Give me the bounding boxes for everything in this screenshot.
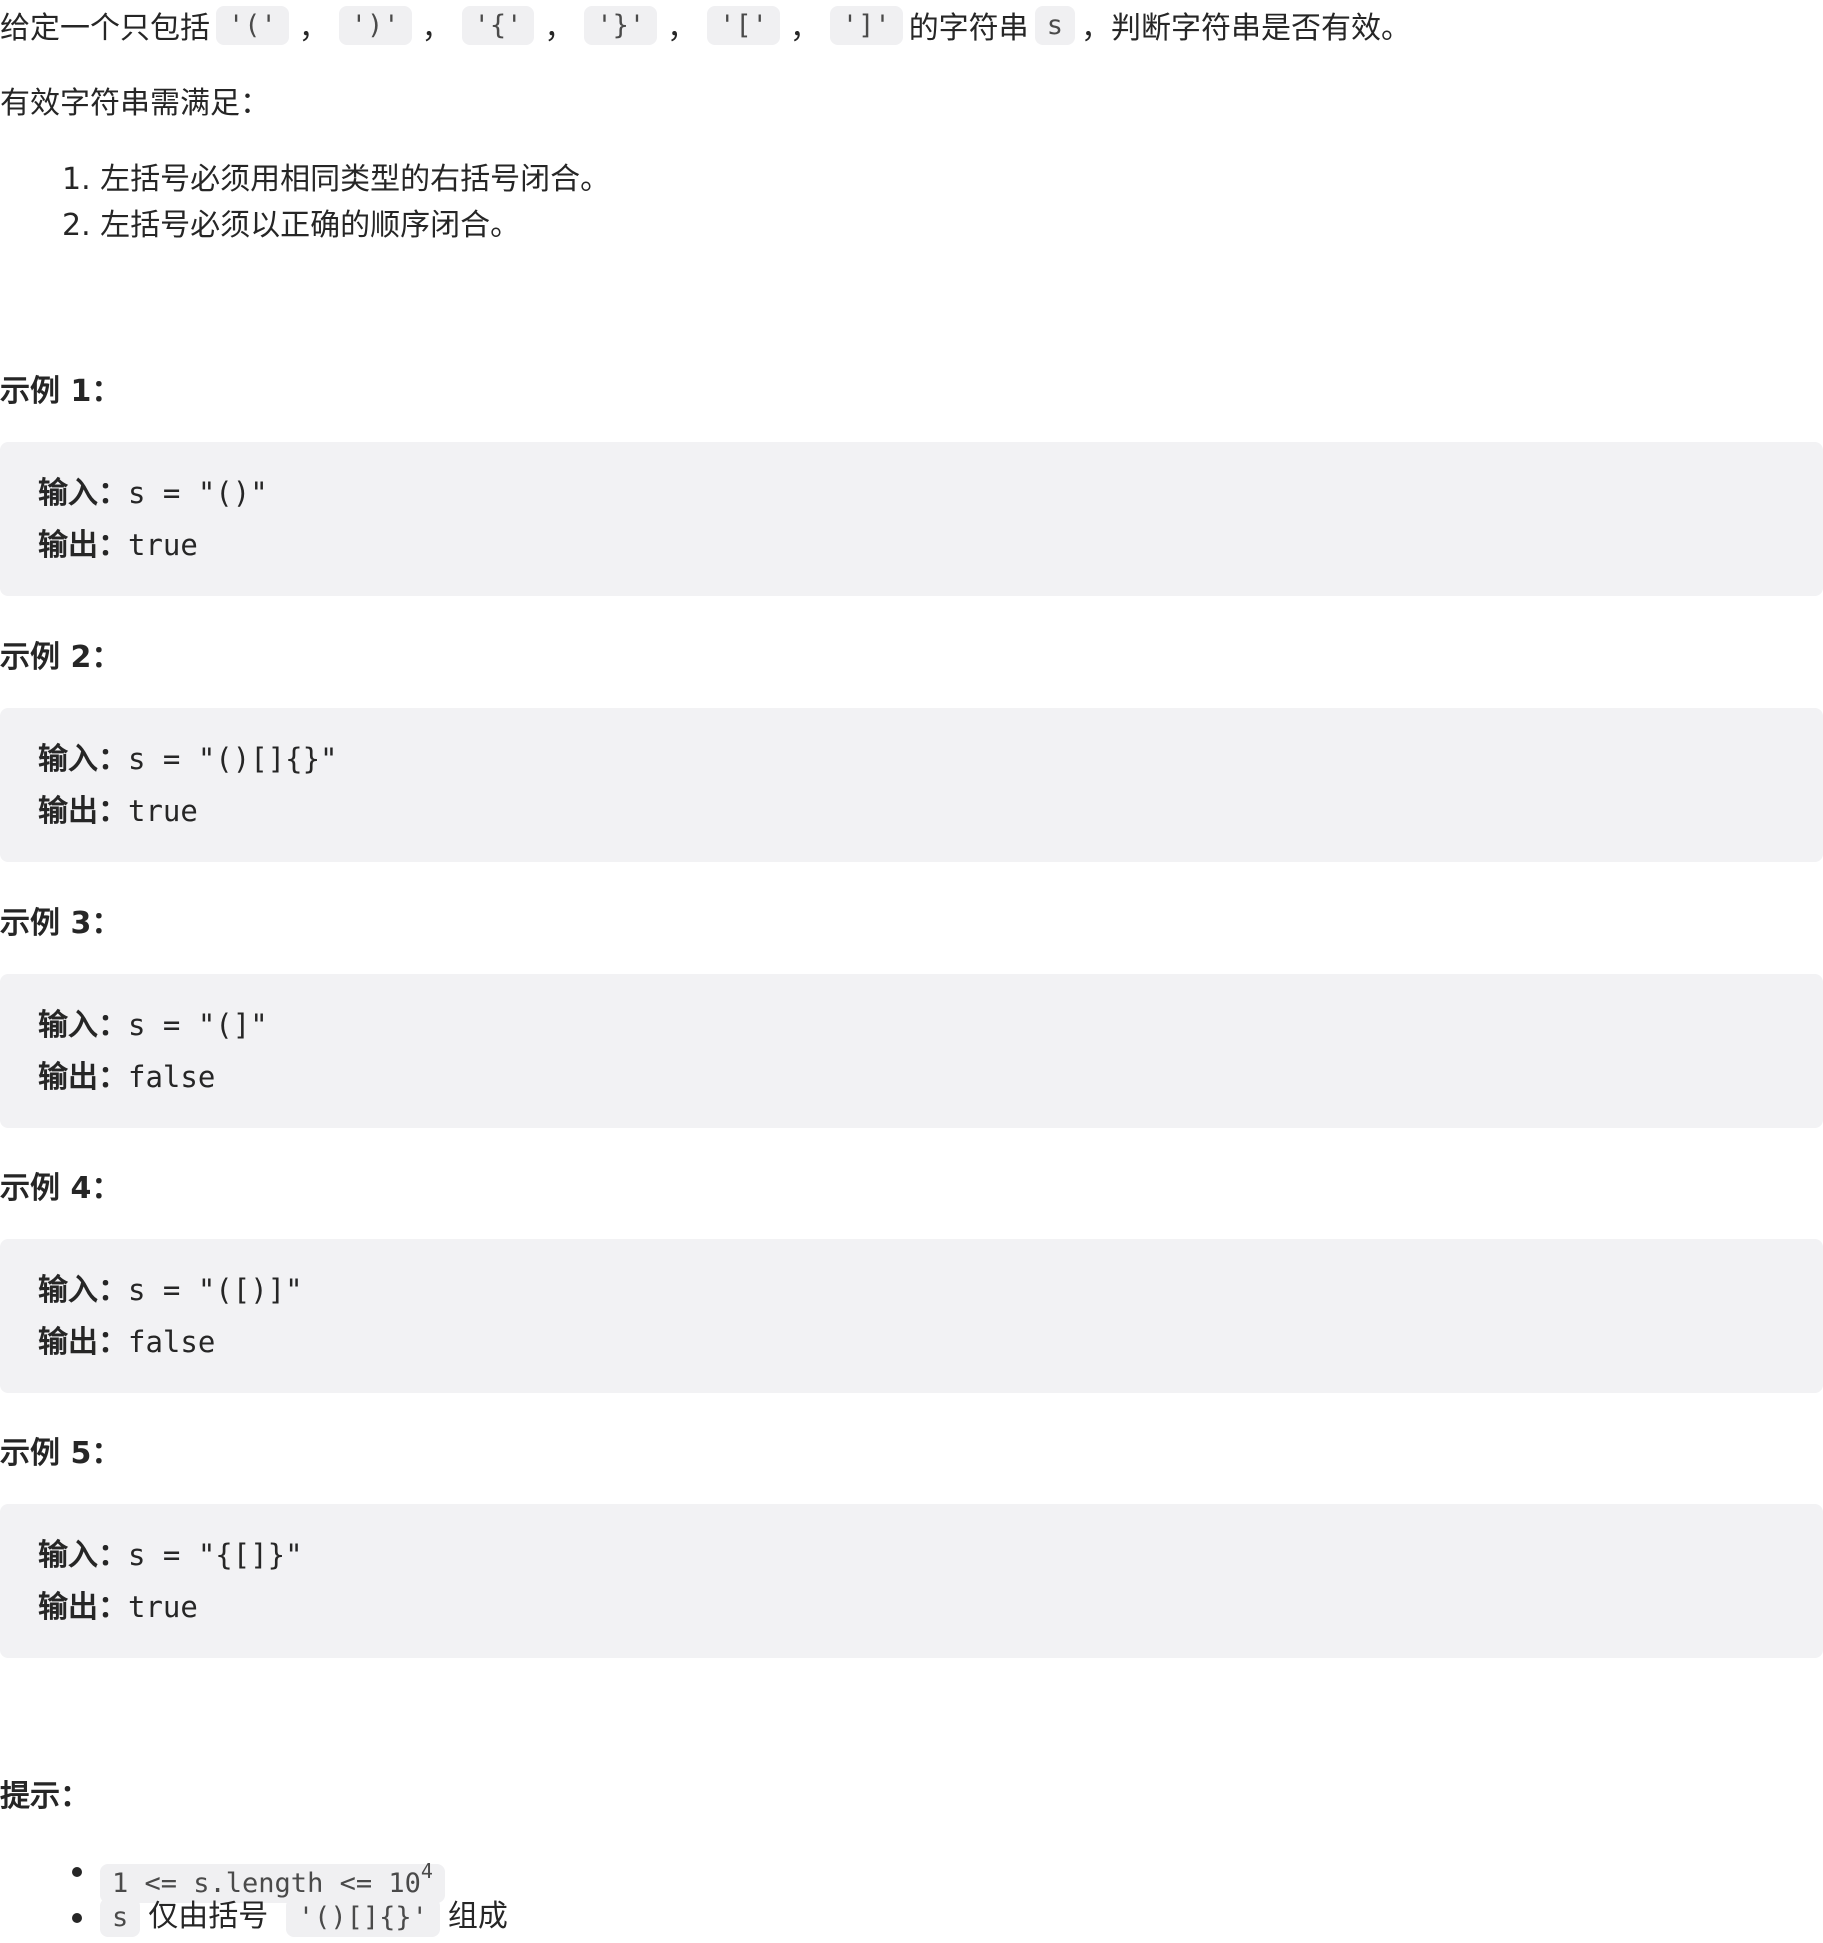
intro-suffix: ，判断字符串是否有效。 <box>1080 11 1411 46</box>
input-value: s = "{[]}" <box>128 1538 303 1572</box>
bullet-icon <box>72 1913 82 1923</box>
output-label: 输出： <box>38 1590 128 1625</box>
separator: ， <box>421 11 452 46</box>
problem-description: 给定一个只包括 '(' ， ')' ， '{' ， '}' ， '[' ， ']' 的字符… <box>0 0 1823 1943</box>
separator: ， <box>667 11 698 46</box>
requirement-item: 2. 左括号必须以正确的顺序闭合。 <box>62 208 521 243</box>
example-input-line: 输入：s = "([)]" <box>38 1265 303 1309</box>
var-code: s <box>1034 5 1075 45</box>
input-label: 输入： <box>38 1538 128 1573</box>
bullet-icon <box>72 1867 82 1877</box>
problem-intro: 给定一个只包括 '(' ， ')' ， '{' ， '}' ， '[' ， ']' 的字符… <box>0 0 1411 50</box>
example-output-line: 输出：true <box>38 520 198 564</box>
example-title: 示例 2： <box>0 640 122 675</box>
output-value: true <box>128 794 198 828</box>
output-label: 输出： <box>38 1060 128 1095</box>
example-output-line: 输出：false <box>38 1052 215 1096</box>
example-title: 示例 5： <box>0 1436 122 1471</box>
output-label: 输出： <box>38 794 128 829</box>
output-label: 输出： <box>38 1325 128 1360</box>
input-value: s = "(]" <box>128 1008 268 1042</box>
example-box: 输入：s = "([)]" 输出：false <box>0 1239 1823 1393</box>
hint-exponent: 4 <box>420 1859 433 1883</box>
example-input-line: 输入：s = "{[]}" <box>38 1530 303 1574</box>
char-code: '(' <box>216 5 289 45</box>
char-code: ']' <box>829 5 903 45</box>
output-value: true <box>128 528 198 562</box>
separator: ， <box>789 11 820 46</box>
example-title: 示例 3： <box>0 906 122 941</box>
example-box: 输入：s = "()" 输出：true <box>0 442 1823 596</box>
requirements-title: 有效字符串需满足： <box>0 86 270 121</box>
input-value: s = "()" <box>128 476 268 510</box>
hint-text: 仅由括号 <box>148 1899 269 1934</box>
input-value: s = "([)]" <box>128 1273 303 1307</box>
hint-code: '()[]{}' <box>285 1898 440 1937</box>
char-code: '}' <box>584 5 658 45</box>
example-title: 示例 1： <box>0 374 122 409</box>
example-box: 输入：s = "()[]{}" 输出：true <box>0 708 1823 862</box>
char-code: '{' <box>461 5 535 45</box>
input-label: 输入： <box>38 742 128 777</box>
example-box: 输入：s = "(]" 输出：false <box>0 974 1823 1128</box>
output-value: true <box>128 1590 198 1624</box>
hint-item: 1 <= s.length <= 104 <box>66 1848 508 1903</box>
example-input-line: 输入：s = "()[]{}" <box>38 734 338 778</box>
example-output-line: 输出：true <box>38 786 198 830</box>
requirements-list: 1. 左括号必须用相同类型的右括号闭合。 2. 左括号必须以正确的顺序闭合。 <box>62 157 610 249</box>
hint-item: s 仅由括号 '()[]{}' 组成 <box>66 1894 508 1940</box>
input-value: s = "()[]{}" <box>128 742 338 776</box>
hints-title: 提示： <box>0 1779 90 1814</box>
output-label: 输出： <box>38 528 128 563</box>
example-output-line: 输出：false <box>38 1317 215 1361</box>
char-code: '[' <box>707 5 780 45</box>
requirement-item: 1. 左括号必须用相同类型的右括号闭合。 <box>62 162 611 197</box>
intro-middle: 的字符串 <box>908 11 1029 46</box>
hints-list: 1 <= s.length <= 104 s 仅由括号 '()[]{}' 组成 <box>66 1848 508 1940</box>
example-input-line: 输入：s = "()" <box>38 468 268 512</box>
input-label: 输入： <box>38 476 128 511</box>
hint-code: s <box>100 1898 141 1937</box>
separator: ， <box>544 11 575 46</box>
example-input-line: 输入：s = "(]" <box>38 1000 268 1044</box>
intro-prefix: 给定一个只包括 <box>0 11 210 46</box>
output-value: false <box>128 1325 216 1359</box>
example-box: 输入：s = "{[]}" 输出：true <box>0 1504 1823 1658</box>
input-label: 输入： <box>38 1008 128 1043</box>
char-code: ')' <box>338 5 412 45</box>
input-label: 输入： <box>38 1273 128 1308</box>
example-title: 示例 4： <box>0 1171 122 1206</box>
output-value: false <box>128 1060 216 1094</box>
separator: ， <box>298 11 329 46</box>
example-output-line: 输出：true <box>38 1582 198 1626</box>
hint-text: 组成 <box>447 1899 508 1934</box>
